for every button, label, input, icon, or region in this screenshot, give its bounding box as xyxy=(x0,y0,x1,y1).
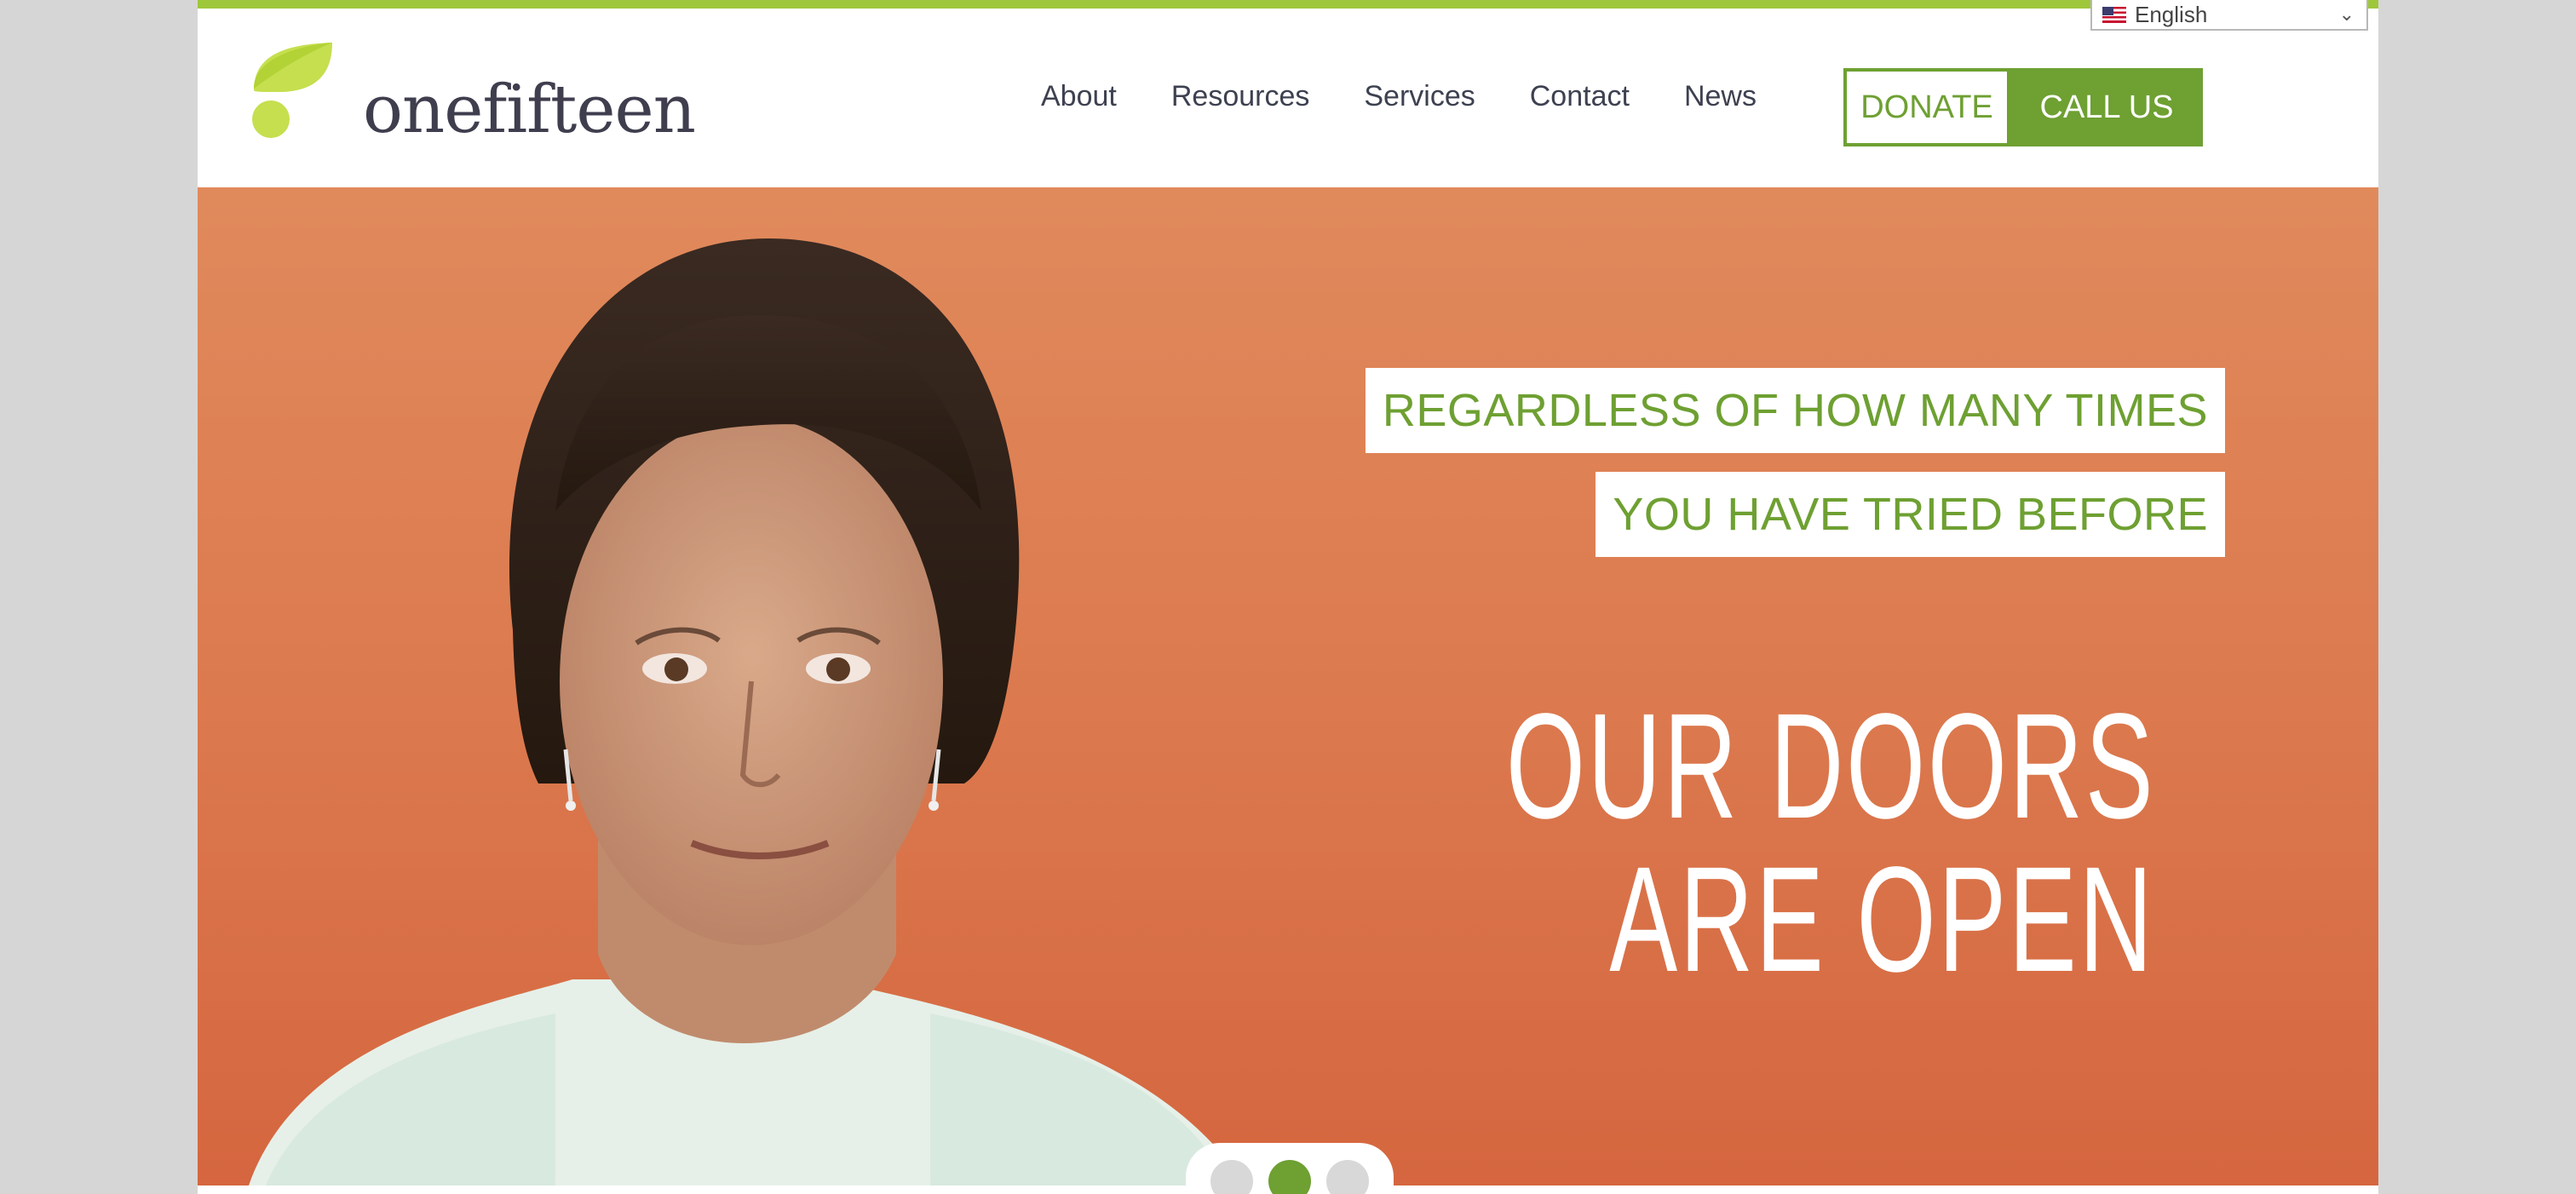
hero-tagline-line-1: REGARDLESS OF HOW MANY TIMES xyxy=(1365,368,2225,453)
hero-tagline-line-2: YOU HAVE TRIED BEFORE xyxy=(1596,472,2225,557)
carousel-pager xyxy=(1186,1143,1394,1194)
carousel-dot-1[interactable] xyxy=(1210,1160,1253,1194)
donate-button[interactable]: DONATE xyxy=(1843,68,2010,146)
call-us-button[interactable]: CALL US xyxy=(2010,68,2203,146)
nav-item-contact[interactable]: Contact xyxy=(1530,80,1630,113)
language-selector[interactable]: English ⌄ xyxy=(2090,0,2368,31)
logo-link[interactable]: onefifteen xyxy=(249,32,696,152)
page: onefifteen About Resources Services Cont… xyxy=(198,0,2378,1194)
site-header: onefifteen About Resources Services Cont… xyxy=(198,9,2378,187)
top-accent-bar xyxy=(198,0,2378,9)
hero-portrait-image xyxy=(249,238,1245,1185)
hero-headline-line-2: ARE OPEN xyxy=(1609,836,2155,1003)
nav-item-services[interactable]: Services xyxy=(1364,80,1475,113)
carousel-dot-3[interactable] xyxy=(1326,1160,1369,1194)
chevron-down-icon: ⌄ xyxy=(2338,3,2355,25)
nav-item-about[interactable]: About xyxy=(1041,80,1117,113)
nav-item-news[interactable]: News xyxy=(1684,80,1757,113)
hero-banner: REGARDLESS OF HOW MANY TIMES YOU HAVE TR… xyxy=(198,187,2378,1185)
us-flag-icon xyxy=(2102,6,2126,23)
logo-wordmark: onefifteen xyxy=(363,72,696,148)
language-selected-label: English xyxy=(2135,1,2208,27)
carousel-dot-2[interactable] xyxy=(1268,1160,1311,1194)
leaf-logo-icon xyxy=(252,43,332,138)
nav-item-resources[interactable]: Resources xyxy=(1171,80,1310,113)
main-nav: About Resources Services Contact News xyxy=(1041,80,1811,113)
hero-headline-line-1: OUR DOORS xyxy=(1505,683,2155,850)
